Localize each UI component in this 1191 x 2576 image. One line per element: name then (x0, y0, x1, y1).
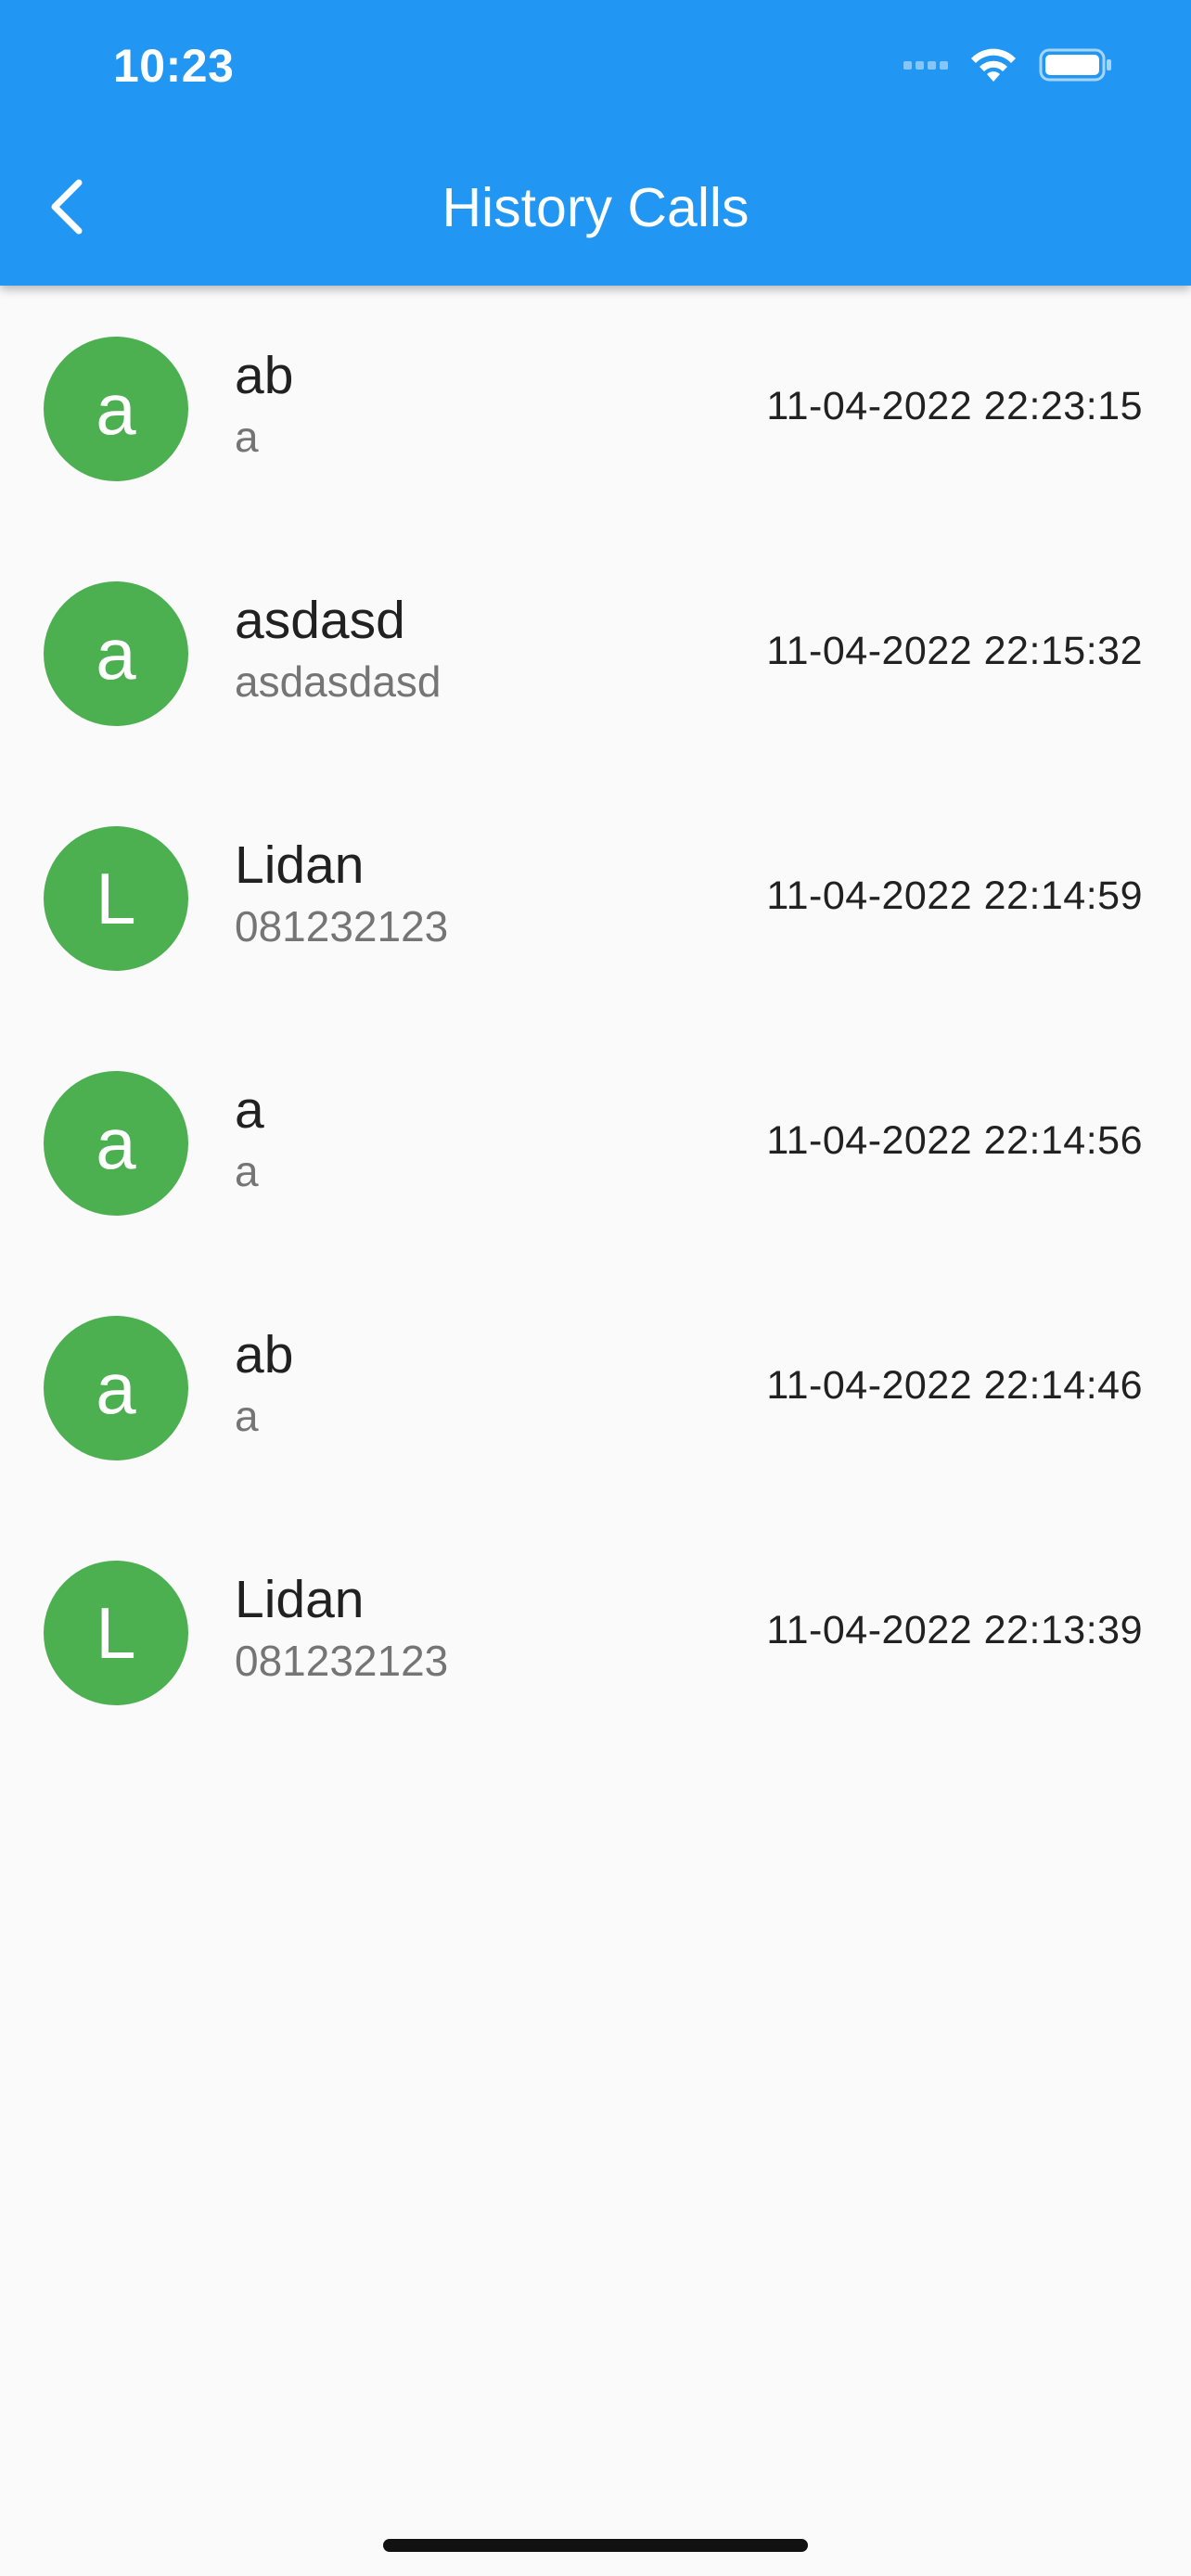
avatar: L (44, 1561, 188, 1705)
call-datetime: 11-04-2022 22:14:46 (766, 1363, 1143, 1408)
status-time: 10:23 (113, 40, 235, 92)
call-datetime: 11-04-2022 22:14:56 (766, 1118, 1143, 1163)
call-datetime: 11-04-2022 22:15:32 (766, 629, 1143, 673)
call-datetime: 11-04-2022 22:14:59 (766, 874, 1143, 918)
contact-name: a (235, 1080, 264, 1140)
contact-subtitle: 081232123 (235, 1637, 449, 1685)
page-title: History Calls (442, 177, 749, 238)
call-list-item[interactable]: a ab a 11-04-2022 22:23:15 (0, 286, 1191, 530)
app-bar: 10:23 History Calls (0, 0, 1191, 286)
call-datetime: 11-04-2022 22:23:15 (766, 384, 1143, 428)
call-list-item[interactable]: L Lidan 081232123 11-04-2022 22:14:59 (0, 775, 1191, 1020)
contact-subtitle: a (235, 413, 259, 461)
status-icons (903, 46, 1113, 83)
contact-subtitle: a (235, 1147, 259, 1195)
avatar: L (44, 826, 188, 971)
contact-subtitle: a (235, 1392, 259, 1440)
contact-name: Lidan (235, 1570, 365, 1629)
call-list-item[interactable]: a ab a 11-04-2022 22:14:46 (0, 1265, 1191, 1510)
contact-subtitle: asdasdasd (235, 657, 442, 706)
cellular-signal-icon (903, 60, 952, 70)
avatar: a (44, 1071, 188, 1216)
wifi-icon (971, 48, 1016, 82)
call-list-item[interactable]: a asdasd asdasdasd 11-04-2022 22:15:32 (0, 530, 1191, 775)
call-list-item[interactable]: L Lidan 081232123 11-04-2022 22:13:39 (0, 1510, 1191, 1754)
call-history-list: a ab a 11-04-2022 22:23:15 a asdasd asda… (0, 286, 1191, 1754)
battery-icon (1039, 48, 1111, 82)
contact-name: ab (235, 346, 294, 405)
contact-name: ab (235, 1325, 294, 1384)
avatar: a (44, 581, 188, 726)
avatar: a (44, 337, 188, 481)
call-datetime: 11-04-2022 22:13:39 (766, 1608, 1143, 1652)
contact-name: asdasd (235, 591, 405, 650)
call-list-item[interactable]: a a a 11-04-2022 22:14:56 (0, 1020, 1191, 1265)
contact-subtitle: 081232123 (235, 902, 449, 950)
avatar: a (44, 1316, 188, 1460)
contact-name: Lidan (235, 835, 365, 895)
home-indicator[interactable] (383, 2539, 808, 2552)
